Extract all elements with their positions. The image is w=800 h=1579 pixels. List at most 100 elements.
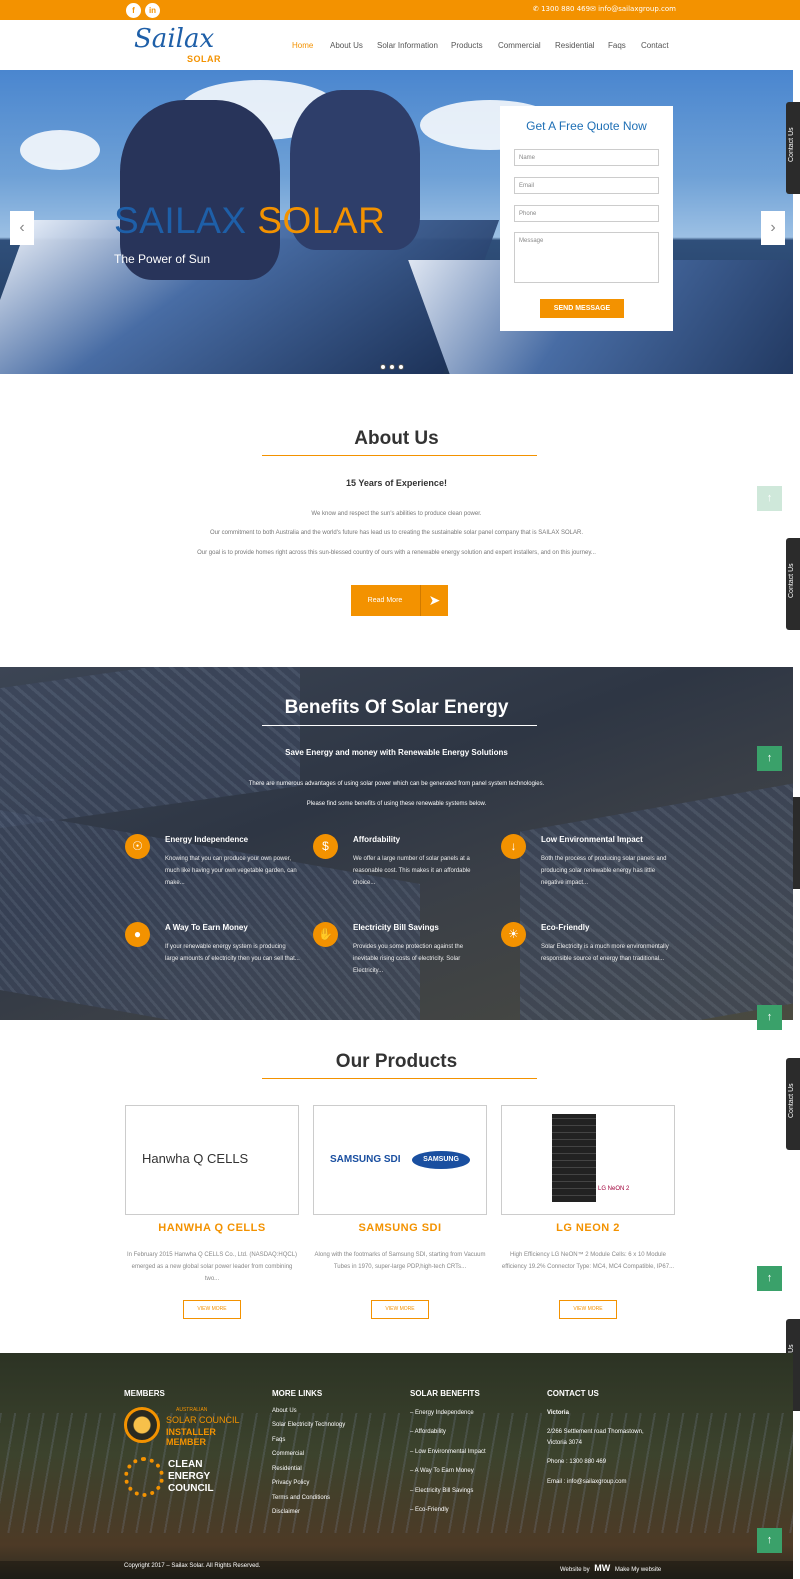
footer-link[interactable]: Residential <box>272 1466 302 1472</box>
side-tab-label: Contact Us <box>788 1083 795 1118</box>
scroll-top-arrow-icon[interactable]: ↑ <box>757 1266 782 1291</box>
cec-ring-icon <box>124 1457 164 1497</box>
about-underline <box>262 455 537 456</box>
benefit-bill-savings: ✋ Electricity Bill Savings Provides you … <box>313 922 493 992</box>
read-more-button[interactable]: Read More ➤ <box>351 585 448 616</box>
copyright: Copyright 2017 – Sailax Solar. All Right… <box>124 1563 261 1569</box>
nav-contact[interactable]: Contact <box>641 41 669 50</box>
footer-link[interactable]: Disclaimer <box>272 1509 300 1515</box>
footer-link[interactable]: About Us <box>272 1408 297 1414</box>
benefit-eco-friendly: ☀ Eco-Friendly Solar Electricity is a mu… <box>501 922 681 992</box>
quote-email-field[interactable]: Email <box>514 177 659 194</box>
product-name[interactable]: LG NEON 2 <box>501 1222 675 1234</box>
slider-dot[interactable] <box>380 364 386 370</box>
website-by[interactable]: Website by MW Make My website <box>560 1563 661 1573</box>
footer-benefit-link[interactable]: – A Way To Earn Money <box>410 1468 474 1474</box>
view-more-button[interactable]: VIEW MORE <box>183 1300 241 1319</box>
footer-link[interactable]: Privacy Policy <box>272 1480 309 1486</box>
footer-link[interactable]: Terms and Conditions <box>272 1495 330 1501</box>
piggy-bank-icon: ● <box>125 922 150 947</box>
hero-title-solar: SOLAR <box>257 200 386 241</box>
hero-subtitle: The Power of Sun <box>114 252 211 266</box>
product-name[interactable]: SAMSUNG SDI <box>313 1222 487 1234</box>
benefit-energy-independence: ☉ Energy Independence Knowing that you c… <box>125 834 305 904</box>
footer-link[interactable]: Solar Electricity Technology <box>272 1422 345 1428</box>
solar-council-logo[interactable]: AUSTRALIAN SOLAR COUNCIL INSTALLER MEMBE… <box>124 1407 254 1447</box>
hand-icon: ✋ <box>313 922 338 947</box>
benefit-name: Low Environmental Impact <box>541 835 643 844</box>
footer-benefit-link[interactable]: – Eco-Friendly <box>410 1507 449 1513</box>
scroll-top-arrow-icon[interactable]: ↑ <box>757 486 782 511</box>
sailax-logo[interactable]: Sailax SOLAR <box>124 24 224 66</box>
footer-link[interactable]: Commercial <box>272 1451 304 1457</box>
footer-phone[interactable]: Phone : 1300 880 469 <box>547 1459 606 1465</box>
benefit-desc: Solar Electricity is a much more environ… <box>541 944 669 962</box>
nav-products[interactable]: Products <box>451 41 483 50</box>
contact-us-side-tab[interactable]: Contact Us <box>786 102 800 194</box>
coin-icon: $ <box>313 834 338 859</box>
top-email[interactable]: ✉ info@sailaxgroup.com <box>590 5 676 13</box>
benefit-name: Eco-Friendly <box>541 923 590 932</box>
about-title: About Us <box>354 428 439 449</box>
clean-energy-council-logo[interactable]: CLEAN ENERGY COUNCIL <box>124 1457 254 1501</box>
scroll-top-arrow-icon[interactable]: ↑ <box>757 1005 782 1030</box>
footer-benefit-link[interactable]: – Affordability <box>410 1429 446 1435</box>
benefit-desc: If your renewable energy system is produ… <box>165 944 300 962</box>
quote-phone-field[interactable]: Phone <box>514 205 659 222</box>
benefits-title: Benefits Of Solar Energy <box>284 697 509 718</box>
slider-dots <box>380 357 407 374</box>
scroll-top-arrow-icon[interactable]: ↑ <box>757 1528 782 1553</box>
product-name[interactable]: HANWHA Q CELLS <box>125 1222 299 1234</box>
product-desc: In February 2015 Hanwha Q CELLS Co., Ltd… <box>126 1252 298 1282</box>
logo-sub: SOLAR <box>187 54 221 64</box>
footer-state: Victoria <box>547 1410 569 1416</box>
footer-benefit-link[interactable]: – Energy Independence <box>410 1410 474 1416</box>
scroll-top-arrow-icon[interactable]: ↑ <box>757 746 782 771</box>
quote-name-field[interactable]: Name <box>514 149 659 166</box>
footer-link[interactable]: Faqs <box>272 1437 285 1443</box>
quote-message-field[interactable]: Message <box>514 232 659 283</box>
nav-commercial[interactable]: Commercial <box>498 41 541 50</box>
benefit-desc: Knowing that you can produce your own po… <box>165 856 297 886</box>
products-underline <box>262 1078 537 1079</box>
nav-about-us[interactable]: About Us <box>330 41 363 50</box>
download-arrow-icon: ↓ <box>501 834 526 859</box>
slider-dot[interactable] <box>389 364 395 370</box>
product-card-hanwha[interactable]: Hanwha Q CELLS <box>125 1105 299 1215</box>
product-card-lg[interactable]: LG NeON 2 <box>501 1105 675 1215</box>
footer-more-links-title: MORE LINKS <box>272 1389 323 1398</box>
logo-word: Sailax <box>134 24 215 54</box>
product-card-samsung[interactable]: SAMSUNG SDI SAMSUNG <box>313 1105 487 1215</box>
lg-neon-logo: LG NeON 2 <box>598 1186 630 1192</box>
benefit-affordability: $ Affordability We offer a large number … <box>313 834 493 904</box>
side-tab-label: Contact Us <box>788 127 795 162</box>
view-more-button[interactable]: VIEW MORE <box>559 1300 617 1319</box>
hero-title: SAILAX SOLAR <box>114 200 385 242</box>
nav-residential[interactable]: Residential <box>555 41 595 50</box>
about-paragraph: We know and respect the sun's abilities … <box>311 511 482 517</box>
footer: MEMBERS AUSTRALIAN SOLAR COUNCIL INSTALL… <box>0 1353 793 1579</box>
slider-next-arrow[interactable]: › <box>761 211 785 245</box>
sun-icon: ☀ <box>501 922 526 947</box>
slider-dot[interactable] <box>398 364 404 370</box>
benefit-name: Energy Independence <box>165 835 249 844</box>
nav-solar-information[interactable]: Solar Information <box>377 41 438 50</box>
hanwha-logo: Hanwha Q CELLS <box>142 1151 249 1166</box>
slider-prev-arrow[interactable]: ‹ <box>10 211 34 245</box>
linkedin-icon[interactable]: in <box>145 3 160 18</box>
facebook-icon[interactable]: f <box>126 3 141 18</box>
footer-bottom-bar <box>0 1561 793 1579</box>
send-message-button[interactable]: SEND MESSAGE <box>540 299 624 318</box>
footer-benefit-link[interactable]: – Low Environmental Impact <box>410 1449 486 1455</box>
benefit-earn-money: ● A Way To Earn Money If your renewable … <box>125 922 305 992</box>
nav-home[interactable]: Home <box>292 41 313 50</box>
footer-email[interactable]: Email : info@sailaxgroup.com <box>547 1479 626 1485</box>
hero-cloud <box>20 130 100 170</box>
benefits-paragraph: There are numerous advantages of using s… <box>248 781 545 787</box>
view-more-button[interactable]: VIEW MORE <box>371 1300 429 1319</box>
top-phone[interactable]: ✆ 1300 880 469 <box>533 5 590 13</box>
footer-benefit-link[interactable]: – Electricity Bill Savings <box>410 1488 473 1494</box>
product-desc: High Efficiency LG NeON™ 2 Module Cells:… <box>501 1252 675 1270</box>
nav-faqs[interactable]: Faqs <box>608 41 626 50</box>
hero-slider: SAILAX SOLAR The Power of Sun ‹ › Get A … <box>0 70 793 374</box>
